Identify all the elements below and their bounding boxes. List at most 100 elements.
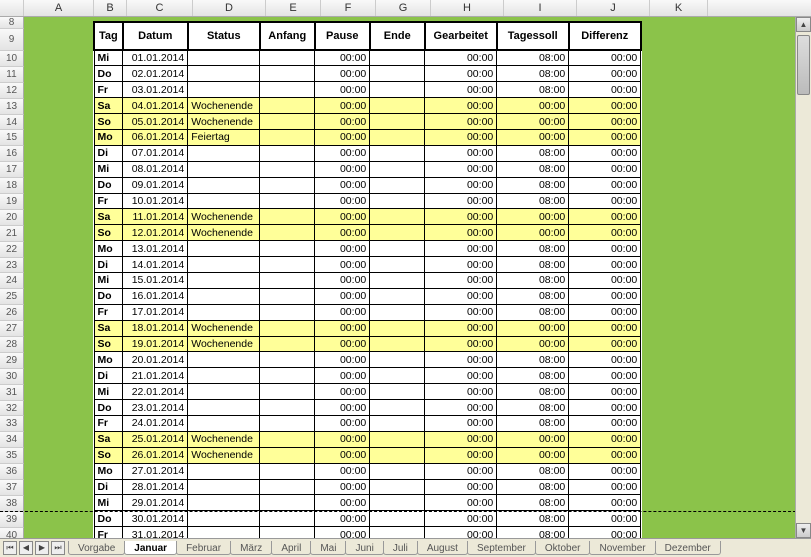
table-row[interactable]: Mo06.01.2014Feiertag00:0000:0000:0000:00 xyxy=(94,129,641,145)
cell-gearb[interactable]: 00:00 xyxy=(425,511,497,527)
row-header-31[interactable]: 31 xyxy=(0,385,24,401)
select-all-corner[interactable] xyxy=(0,0,24,16)
cell-soll[interactable]: 08:00 xyxy=(497,241,569,257)
cell-datum[interactable]: 09.01.2014 xyxy=(123,177,188,193)
cell-datum[interactable]: 13.01.2014 xyxy=(123,241,188,257)
cell-tag[interactable]: Mo xyxy=(94,129,123,145)
table-row[interactable]: Mo27.01.201400:0000:0008:0000:00 xyxy=(94,463,641,479)
cell-datum[interactable]: 21.01.2014 xyxy=(123,368,188,384)
cell-soll[interactable]: 00:00 xyxy=(497,114,569,130)
cell-gearb[interactable]: 00:00 xyxy=(425,495,497,511)
table-row[interactable]: So05.01.2014Wochenende00:0000:0000:0000:… xyxy=(94,114,641,130)
table-row[interactable]: So19.01.2014Wochenende00:0000:0000:0000:… xyxy=(94,336,641,352)
cell-datum[interactable]: 10.01.2014 xyxy=(123,193,188,209)
cell-datum[interactable]: 01.01.2014 xyxy=(123,50,188,66)
cell-status[interactable]: Wochenende xyxy=(188,320,260,336)
table-row[interactable]: Di07.01.201400:0000:0008:0000:00 xyxy=(94,145,641,161)
cell-anfang[interactable] xyxy=(260,368,315,384)
cell-pause[interactable]: 00:00 xyxy=(315,527,370,538)
cell-anfang[interactable] xyxy=(260,241,315,257)
cell-ende[interactable] xyxy=(370,384,425,400)
cell-diff[interactable]: 00:00 xyxy=(569,272,641,288)
row-header-40[interactable]: 40 xyxy=(0,528,24,538)
cell-status[interactable] xyxy=(188,50,260,66)
cell-gearb[interactable]: 00:00 xyxy=(425,145,497,161)
cell-datum[interactable]: 07.01.2014 xyxy=(123,145,188,161)
cell-diff[interactable]: 00:00 xyxy=(569,495,641,511)
cell-datum[interactable]: 04.01.2014 xyxy=(123,98,188,114)
cell-tag[interactable]: Fr xyxy=(94,193,123,209)
cell-anfang[interactable] xyxy=(260,352,315,368)
cell-diff[interactable]: 00:00 xyxy=(569,114,641,130)
cell-anfang[interactable] xyxy=(260,479,315,495)
cell-anfang[interactable] xyxy=(260,66,315,82)
cell-gearb[interactable]: 00:00 xyxy=(425,320,497,336)
cell-pause[interactable]: 00:00 xyxy=(315,145,370,161)
cell-status[interactable] xyxy=(188,66,260,82)
sheet-tab-oktober[interactable]: Oktober xyxy=(535,541,591,555)
cell-diff[interactable]: 00:00 xyxy=(569,98,641,114)
sheet-tab-februar[interactable]: Februar xyxy=(176,541,231,555)
cell-soll[interactable]: 00:00 xyxy=(497,447,569,463)
cell-status[interactable]: Wochenende xyxy=(188,447,260,463)
cell-ende[interactable] xyxy=(370,511,425,527)
cell-soll[interactable]: 08:00 xyxy=(497,272,569,288)
cell-soll[interactable]: 00:00 xyxy=(497,431,569,447)
cell-tag[interactable]: Mi xyxy=(94,495,123,511)
cell-diff[interactable]: 00:00 xyxy=(569,161,641,177)
table-row[interactable]: Sa04.01.2014Wochenende00:0000:0000:0000:… xyxy=(94,98,641,114)
cell-gearb[interactable]: 00:00 xyxy=(425,527,497,538)
cell-anfang[interactable] xyxy=(260,257,315,273)
cell-diff[interactable]: 00:00 xyxy=(569,257,641,273)
cell-pause[interactable]: 00:00 xyxy=(315,400,370,416)
sheet-tab-september[interactable]: September xyxy=(467,541,536,555)
tab-nav-prev[interactable]: ◀ xyxy=(19,541,33,555)
cell-ende[interactable] xyxy=(370,161,425,177)
row-header-22[interactable]: 22 xyxy=(0,242,24,258)
cell-status[interactable] xyxy=(188,304,260,320)
col-header-B[interactable]: B xyxy=(94,0,127,16)
row-header-13[interactable]: 13 xyxy=(0,99,24,115)
cell-tag[interactable]: Di xyxy=(94,257,123,273)
table-row[interactable]: Di14.01.201400:0000:0008:0000:00 xyxy=(94,257,641,273)
cell-soll[interactable]: 00:00 xyxy=(497,129,569,145)
row-header-14[interactable]: 14 xyxy=(0,115,24,131)
cell-status[interactable]: Wochenende xyxy=(188,209,260,225)
cell-gearb[interactable]: 00:00 xyxy=(425,177,497,193)
cell-datum[interactable]: 31.01.2014 xyxy=(123,527,188,538)
cell-diff[interactable]: 00:00 xyxy=(569,304,641,320)
cell-anfang[interactable] xyxy=(260,400,315,416)
cell-pause[interactable]: 00:00 xyxy=(315,82,370,98)
cell-anfang[interactable] xyxy=(260,225,315,241)
cell-pause[interactable]: 00:00 xyxy=(315,415,370,431)
cell-tag[interactable]: Sa xyxy=(94,209,123,225)
table-row[interactable]: Mo13.01.201400:0000:0008:0000:00 xyxy=(94,241,641,257)
cell-pause[interactable]: 00:00 xyxy=(315,177,370,193)
cell-soll[interactable]: 08:00 xyxy=(497,400,569,416)
cell-soll[interactable]: 08:00 xyxy=(497,384,569,400)
cell-gearb[interactable]: 00:00 xyxy=(425,50,497,66)
cell-anfang[interactable] xyxy=(260,98,315,114)
cell-status[interactable] xyxy=(188,257,260,273)
cell-gearb[interactable]: 00:00 xyxy=(425,161,497,177)
cell-pause[interactable]: 00:00 xyxy=(315,368,370,384)
cell-gearb[interactable]: 00:00 xyxy=(425,129,497,145)
cell-tag[interactable]: Fr xyxy=(94,527,123,538)
cell-soll[interactable]: 08:00 xyxy=(497,352,569,368)
sheet-tab-märz[interactable]: März xyxy=(230,541,272,555)
cell-diff[interactable]: 00:00 xyxy=(569,352,641,368)
cell-pause[interactable]: 00:00 xyxy=(315,193,370,209)
col-header-K[interactable]: K xyxy=(650,0,708,16)
cell-ende[interactable] xyxy=(370,177,425,193)
cell-tag[interactable]: Di xyxy=(94,479,123,495)
cell-anfang[interactable] xyxy=(260,161,315,177)
scroll-up-arrow[interactable]: ▲ xyxy=(796,17,811,32)
cell-gearb[interactable]: 00:00 xyxy=(425,257,497,273)
cell-datum[interactable]: 15.01.2014 xyxy=(123,272,188,288)
sheet-tab-august[interactable]: August xyxy=(417,541,468,555)
cell-diff[interactable]: 00:00 xyxy=(569,336,641,352)
cell-pause[interactable]: 00:00 xyxy=(315,209,370,225)
cell-ende[interactable] xyxy=(370,447,425,463)
tab-nav-next[interactable]: ▶ xyxy=(35,541,49,555)
cell-status[interactable] xyxy=(188,495,260,511)
